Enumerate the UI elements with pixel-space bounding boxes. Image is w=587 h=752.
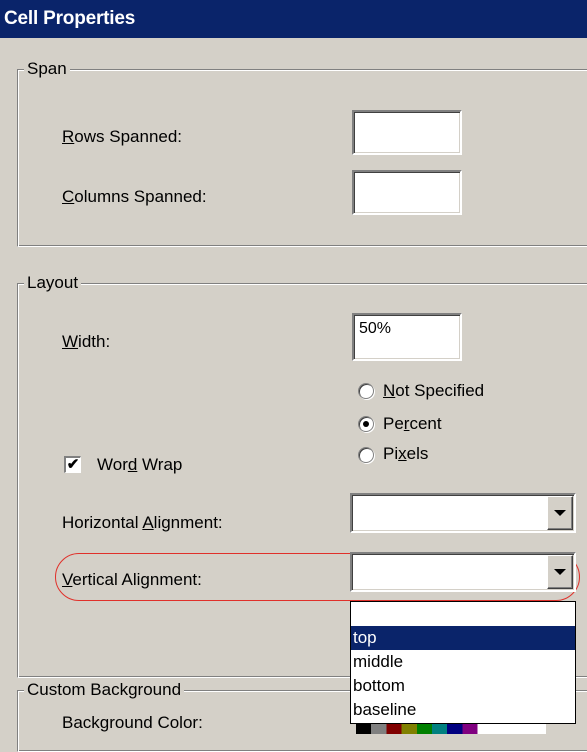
option-bottom[interactable]: bottom — [351, 674, 575, 698]
title-bar: Cell Properties — [0, 0, 587, 38]
columns-spanned-input[interactable] — [352, 170, 462, 215]
horizontal-alignment-dropdown-button[interactable] — [547, 496, 573, 530]
chevron-down-icon — [554, 510, 566, 516]
columns-spanned-label: Columns Spanned: — [62, 187, 207, 206]
option-baseline[interactable]: baseline — [351, 698, 575, 722]
horizontal-alignment-select[interactable] — [350, 493, 576, 533]
vertical-alignment-label: Vertical Alignment: — [62, 570, 202, 589]
vertical-alignment-options: top middle bottom baseline — [350, 601, 576, 724]
layout-legend: Layout — [24, 273, 82, 293]
width-input[interactable]: 50% — [352, 313, 462, 361]
not-specified-radio[interactable] — [358, 383, 374, 399]
span-legend: Span — [24, 59, 70, 79]
chevron-down-icon — [554, 569, 566, 575]
not-specified-label[interactable]: Not Specified — [383, 381, 484, 401]
width-label: Width: — [62, 332, 111, 351]
background-color-label: Background Color: — [62, 713, 203, 732]
pixels-label[interactable]: Pixels — [383, 444, 428, 464]
option-middle[interactable]: middle — [351, 650, 575, 674]
rows-spanned-label: Rows Spanned: — [62, 127, 183, 146]
horizontal-alignment-label: Horizontal Alignment: — [62, 513, 223, 532]
option-top[interactable]: top — [351, 626, 575, 650]
percent-label[interactable]: Percent — [383, 414, 442, 434]
word-wrap-checkbox[interactable]: ✔ — [64, 456, 81, 473]
span-group: Span — [17, 59, 587, 247]
word-wrap-label[interactable]: Word Wrap — [97, 455, 182, 475]
rows-spanned-input[interactable] — [352, 110, 462, 155]
window-title: Cell Properties — [4, 8, 136, 29]
option-blank[interactable] — [351, 602, 575, 626]
background-color-swatch[interactable] — [356, 724, 546, 734]
percent-radio[interactable] — [358, 416, 374, 432]
custom-background-legend: Custom Background — [24, 680, 185, 700]
vertical-alignment-select[interactable] — [350, 552, 576, 592]
pixels-radio[interactable] — [358, 447, 374, 463]
vertical-alignment-dropdown-button[interactable] — [547, 555, 573, 589]
